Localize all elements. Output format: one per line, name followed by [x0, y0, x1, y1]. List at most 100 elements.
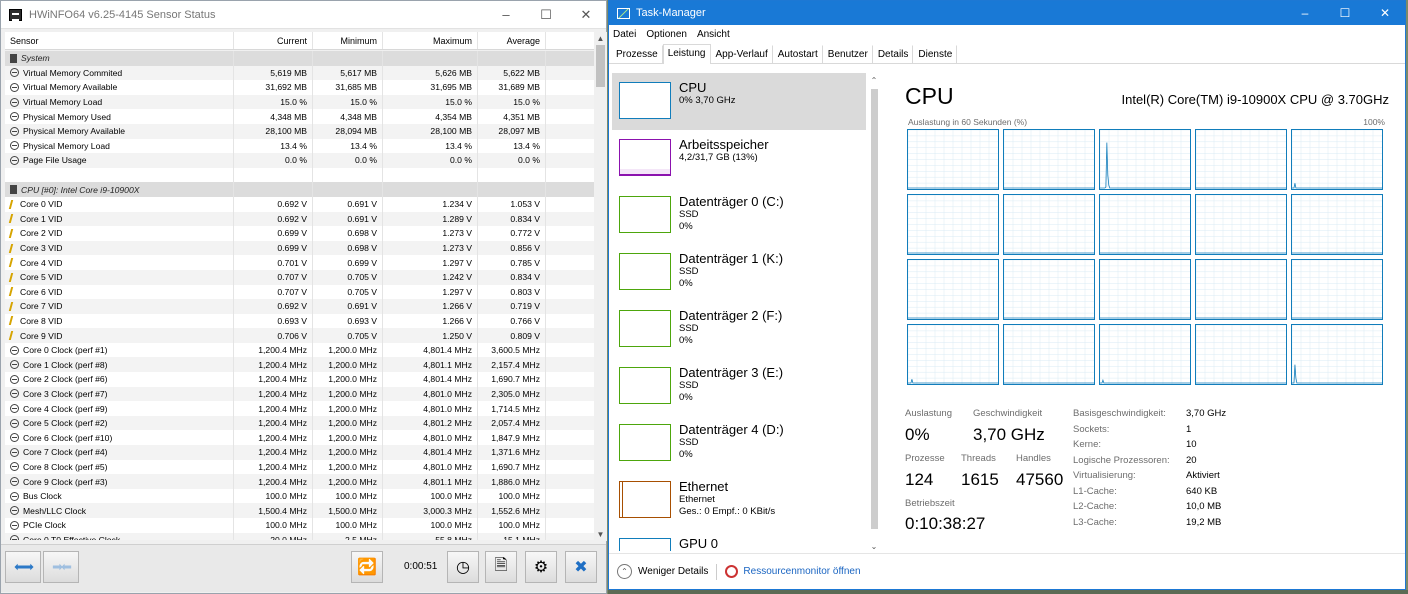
- scroll-thumb[interactable]: [871, 89, 878, 529]
- sensor-row[interactable]: Core 9 VID 0.706 V 0.705 V 1.250 V 0.809 V: [5, 328, 594, 343]
- stopwatch-icon[interactable]: ◷: [447, 551, 479, 583]
- sensor-row[interactable]: Physical Memory Available 28,100 MB 28,094…: [5, 123, 594, 139]
- less-details-link[interactable]: Weniger Details: [638, 566, 708, 577]
- scroll-thumb[interactable]: [596, 45, 605, 87]
- resource-sub-1: SSD: [679, 323, 699, 334]
- sensor-row[interactable]: Core 1 Clock (perf #8) 1,200.4 MHz 1,200.0…: [5, 357, 594, 373]
- resource-name: Datenträger 3 (E:): [679, 365, 784, 380]
- column-header-average[interactable]: Average: [478, 32, 546, 49]
- logical-processor-graph: [1099, 129, 1191, 190]
- sensor-row[interactable]: Core 2 Clock (perf #6) 1,200.4 MHz 1,200.0…: [5, 372, 594, 387]
- sensor-row[interactable]: Core 4 Clock (perf #9) 1,200.4 MHz 1,200.0…: [5, 401, 594, 416]
- sensor-row[interactable]: Core 8 VID 0.693 V 0.693 V 1.266 V 0.766 V: [5, 313, 594, 329]
- settings-gear-icon[interactable]: ⚙: [525, 551, 557, 583]
- close-button[interactable]: ✕: [566, 1, 606, 29]
- sensor-scrollbar[interactable]: ▲ ▼: [594, 32, 607, 541]
- scroll-up-arrow[interactable]: ⌃: [868, 76, 880, 85]
- sensor-current-value: 5,619 MB: [234, 65, 313, 81]
- sensor-row[interactable]: [5, 167, 594, 183]
- sensor-row[interactable]: Page File Usage 0.0 % 0.0 % 0.0 % 0.0 %: [5, 153, 594, 168]
- resource-item[interactable]: Arbeitsspeicher 4,2/31,7 GB (13%): [612, 130, 866, 187]
- resource-item[interactable]: GPU 0NVIDIA GeForce RTX 2080: [612, 529, 866, 551]
- tab-app-verlauf[interactable]: App-Verlauf: [711, 45, 773, 63]
- maximize-button[interactable]: ☐: [526, 1, 566, 29]
- sensor-row[interactable]: Virtual Memory Commited 5,619 MB 5,617 MB 5…: [5, 65, 594, 81]
- menu-datei[interactable]: Datei: [613, 29, 636, 40]
- sensor-row[interactable]: Bus Clock 100.0 MHz 100.0 MHz 100.0 MHz 100.…: [5, 488, 594, 504]
- sensor-current-value: 0.692 V: [234, 196, 313, 212]
- column-header-minimum[interactable]: Minimum: [313, 32, 383, 49]
- column-header-current[interactable]: Current: [234, 32, 313, 49]
- sensor-row[interactable]: Core 0 Clock (perf #1) 1,200.4 MHz 1,200.0…: [5, 342, 594, 358]
- scroll-down-arrow[interactable]: ▼: [594, 528, 607, 541]
- resource-item[interactable]: Datenträger 2 (F:) SSD 0%: [612, 301, 866, 358]
- sensor-row[interactable]: Virtual Memory Load 15.0 % 15.0 % 15.0 % 15.…: [5, 94, 594, 110]
- sensor-row[interactable]: PCIe Clock 100.0 MHz 100.0 MHz 100.0 MHz 100…: [5, 518, 594, 533]
- tm-maximize-button[interactable]: ☐: [1325, 1, 1365, 25]
- sensor-row[interactable]: Core 8 Clock (perf #5) 1,200.4 MHz 1,200.0…: [5, 459, 594, 475]
- expand-arrows-icon[interactable]: ➡⬅: [43, 551, 79, 583]
- tab-details[interactable]: Details: [873, 45, 914, 63]
- sensor-minimum-value: [313, 51, 383, 66]
- scroll-down-arrow[interactable]: ⌄: [868, 542, 880, 551]
- network-icon[interactable]: 🔁: [351, 551, 383, 583]
- sensor-group-row[interactable]: System: [5, 51, 594, 66]
- chevron-up-icon[interactable]: ⌃: [617, 564, 632, 579]
- sensor-row[interactable]: Core 2 VID 0.699 V 0.698 V 1.273 V 0.772 V: [5, 226, 594, 241]
- tab-benutzer[interactable]: Benutzer: [823, 45, 873, 63]
- logical-processor-graph: [907, 194, 999, 255]
- sensor-row[interactable]: Core 9 Clock (perf #3) 1,200.4 MHz 1,200.0…: [5, 474, 594, 489]
- logical-processor-graph: [1003, 129, 1095, 190]
- sensor-row[interactable]: Core 5 VID 0.707 V 0.705 V 1.242 V 0.834 V: [5, 269, 594, 285]
- menu-ansicht[interactable]: Ansicht: [697, 29, 730, 40]
- cpu-detail-value: 19,2 MB: [1186, 516, 1222, 528]
- tab-dienste[interactable]: Dienste: [913, 45, 958, 63]
- column-header-maximum[interactable]: Maximum: [383, 32, 478, 49]
- sensor-row[interactable]: Core 7 Clock (perf #4) 1,200.4 MHz 1,200.0…: [5, 445, 594, 460]
- menu-optionen[interactable]: Optionen: [646, 29, 687, 40]
- collapse-arrows-icon[interactable]: ⬅➡: [5, 551, 41, 583]
- cpu-detail-key: Logische Prozessoren:: [1073, 454, 1170, 466]
- logical-processor-graph: [907, 129, 999, 190]
- resource-monitor-link[interactable]: Ressourcenmonitor öffnen: [743, 566, 860, 577]
- sensor-row[interactable]: Physical Memory Used 4,348 MB 4,348 MB 4,35…: [5, 109, 594, 124]
- resource-list-scrollbar[interactable]: ⌃ ⌄: [868, 76, 880, 551]
- tm-close-button[interactable]: ✕: [1365, 1, 1405, 25]
- sensor-row[interactable]: Core 3 Clock (perf #7) 1,200.4 MHz 1,200.0…: [5, 386, 594, 402]
- scroll-up-arrow[interactable]: ▲: [594, 32, 607, 45]
- resource-sub-1: SSD: [679, 380, 699, 391]
- voltage-icon: [8, 199, 18, 209]
- sensor-minimum-value: 15.0 %: [313, 94, 383, 110]
- resource-thumbnail-graph: [619, 253, 671, 290]
- close-x-icon[interactable]: ✖: [565, 551, 597, 583]
- sensor-row[interactable]: Core 3 VID 0.699 V 0.698 V 1.273 V 0.856 V: [5, 240, 594, 256]
- sensor-row[interactable]: Virtual Memory Available 31,692 MB 31,685 …: [5, 80, 594, 95]
- resource-item[interactable]: Datenträger 0 (C:) SSD 0%: [612, 187, 866, 244]
- column-header-sensor[interactable]: Sensor: [5, 32, 234, 49]
- resource-item[interactable]: CPU 0% 3,70 GHz: [612, 73, 866, 130]
- sensor-maximum-value: 100.0 MHz: [383, 518, 478, 533]
- sensor-row[interactable]: Mesh/LLC Clock 1,500.4 MHz 1,500.0 MHz 3,00…: [5, 503, 594, 518]
- resource-item[interactable]: Datenträger 4 (D:) SSD 0%: [612, 415, 866, 472]
- sensor-row[interactable]: Core 6 VID 0.707 V 0.705 V 1.297 V 0.803 V: [5, 284, 594, 300]
- sensor-row[interactable]: Physical Memory Load 13.4 % 13.4 % 13.4 % 13…: [5, 138, 594, 154]
- tab-leistung[interactable]: Leistung: [662, 44, 711, 64]
- sensor-row[interactable]: Core 5 Clock (perf #2) 1,200.4 MHz 1,200.0…: [5, 415, 594, 431]
- sensor-row[interactable]: Core 7 VID 0.692 V 0.691 V 1.266 V 0.719 V: [5, 299, 594, 314]
- log-file-icon[interactable]: 🗎: [485, 551, 517, 583]
- sensor-group-row[interactable]: CPU [#0]: Intel Core i9-10900X: [5, 182, 594, 197]
- resource-item[interactable]: Ethernet Ethernet Ges.: 0 Empf.: 0 KBit/s: [612, 472, 866, 529]
- sensor-row[interactable]: Core 0 T0 Effective Clock 20.0 MHz 2.5 MHz…: [5, 532, 594, 540]
- sensor-row[interactable]: Core 1 VID 0.692 V 0.691 V 1.289 V 0.834 V: [5, 211, 594, 227]
- sensor-row[interactable]: Core 0 VID 0.692 V 0.691 V 1.234 V 1.053 V: [5, 196, 594, 212]
- tab-prozesse[interactable]: Prozesse: [611, 45, 663, 63]
- tab-autostart[interactable]: Autostart: [773, 45, 823, 63]
- sensor-row[interactable]: Core 4 VID 0.701 V 0.699 V 1.297 V 0.785 V: [5, 255, 594, 270]
- logical-processor-graph: [1291, 324, 1383, 385]
- resource-item[interactable]: Datenträger 1 (K:) SSD 0%: [612, 244, 866, 301]
- resource-item[interactable]: Datenträger 3 (E:) SSD 0%: [612, 358, 866, 415]
- sensor-row[interactable]: Core 6 Clock (perf #10) 1,200.4 MHz 1,200.…: [5, 430, 594, 446]
- tm-minimize-button[interactable]: –: [1285, 1, 1325, 25]
- minimize-button[interactable]: –: [486, 1, 526, 29]
- clock-icon: [10, 68, 19, 78]
